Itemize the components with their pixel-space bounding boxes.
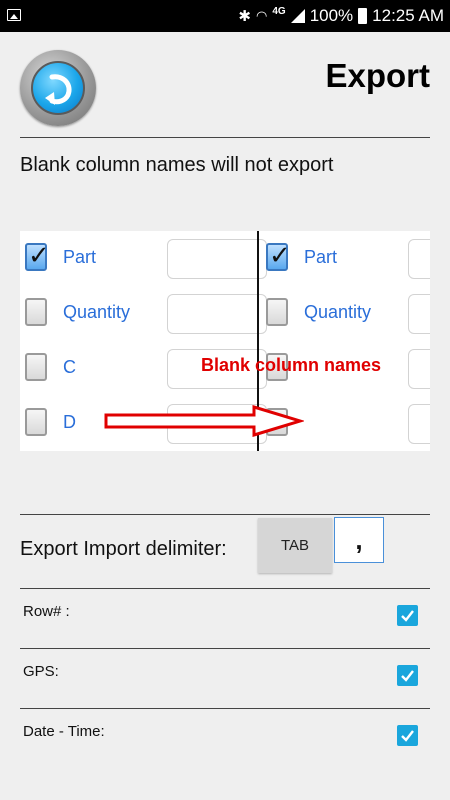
signal-icon bbox=[290, 9, 305, 23]
column-label: D bbox=[63, 412, 76, 432]
divider bbox=[20, 588, 430, 589]
row-number-checkbox[interactable] bbox=[397, 605, 418, 626]
column-field bbox=[167, 294, 267, 334]
list-item: ✓ Part bbox=[261, 235, 430, 279]
hint-text: Blank column names will not export bbox=[20, 154, 334, 176]
gps-checkbox[interactable] bbox=[397, 665, 418, 686]
divider bbox=[20, 648, 430, 649]
image-notification-icon bbox=[7, 9, 21, 21]
checkbox-icon: ✓ bbox=[25, 240, 50, 271]
back-button[interactable] bbox=[20, 50, 96, 126]
back-arrow-icon bbox=[31, 61, 85, 115]
check-icon bbox=[401, 730, 414, 742]
divider bbox=[20, 137, 430, 138]
column-field bbox=[408, 294, 430, 334]
checkbox-icon bbox=[25, 298, 47, 326]
list-item: Quantity bbox=[20, 290, 267, 334]
date-time-label: Date - Time: bbox=[23, 723, 105, 740]
column-field bbox=[167, 239, 267, 279]
column-field bbox=[408, 349, 430, 389]
wifi-icon: ◠ bbox=[256, 8, 268, 23]
right-arrow-icon bbox=[104, 405, 304, 437]
clock: 12:25 AM bbox=[372, 6, 444, 25]
battery-percent: 100% bbox=[309, 6, 354, 25]
column-label: Part bbox=[304, 247, 338, 267]
list-item: Quantity bbox=[261, 290, 430, 334]
gps-label: GPS: bbox=[23, 663, 59, 680]
tab-delimiter-button[interactable]: TAB bbox=[258, 518, 332, 573]
delimiter-input[interactable] bbox=[334, 517, 384, 563]
checkbox-icon bbox=[25, 353, 47, 381]
row-number-label: Row# : bbox=[23, 603, 70, 620]
network-type: 4G bbox=[272, 5, 286, 17]
battery-icon bbox=[358, 8, 368, 24]
column-label: C bbox=[63, 357, 76, 377]
column-field bbox=[408, 404, 430, 444]
status-bar: ✱ ◠ 4G 100% 12:25 AM bbox=[0, 0, 450, 32]
example-image: ✓ Part Quantity C D ✓ Part Quantity Blan… bbox=[20, 231, 430, 451]
delimiter-label: Export Import delimiter: bbox=[20, 538, 227, 560]
list-item: ✓ Part bbox=[20, 235, 267, 279]
checkbox-icon bbox=[266, 298, 288, 326]
checkbox-icon bbox=[25, 408, 47, 436]
check-icon bbox=[401, 670, 414, 682]
checkbox-icon: ✓ bbox=[266, 240, 291, 271]
bluetooth-icon: ✱ bbox=[238, 8, 251, 25]
check-icon bbox=[401, 610, 414, 622]
divider bbox=[20, 708, 430, 709]
date-time-checkbox[interactable] bbox=[397, 725, 418, 746]
divider bbox=[20, 514, 430, 515]
column-label: Quantity bbox=[63, 302, 131, 322]
column-field bbox=[408, 239, 430, 279]
column-label: Part bbox=[63, 247, 97, 267]
column-label: Quantity bbox=[304, 302, 372, 322]
blank-names-note: Blank column names bbox=[201, 355, 382, 375]
page-title: Export bbox=[325, 57, 430, 94]
